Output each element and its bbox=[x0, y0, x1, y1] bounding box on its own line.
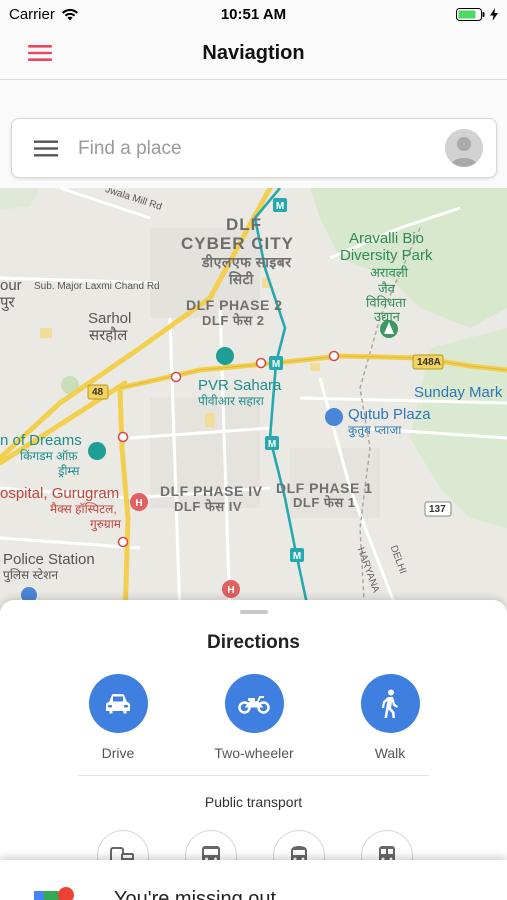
wifi-icon bbox=[61, 8, 78, 20]
map-label-sarhol: Sarhol bbox=[88, 310, 132, 327]
hamburger-menu-icon[interactable] bbox=[28, 44, 52, 62]
charging-icon bbox=[490, 7, 498, 21]
missing-out-banner[interactable]: You're missing out bbox=[0, 860, 507, 900]
map-label-sunday: Sunday Mark bbox=[414, 384, 503, 401]
map-label-laxmi-chand: Sub. Major Laxmi Chand Rd bbox=[34, 281, 160, 292]
svg-text:M: M bbox=[276, 201, 284, 212]
map-label-hospital-hi2: गुरुग्राम bbox=[90, 517, 121, 531]
svg-text:H: H bbox=[135, 498, 142, 509]
map-label-phase4: DLF PHASE IV bbox=[160, 483, 263, 499]
map-view[interactable]: M M M M H H Jwala Mill Rd DLF CYBER CITY… bbox=[0, 188, 507, 618]
drive-label: Drive bbox=[101, 745, 135, 761]
carrier-label: Carrier bbox=[9, 5, 55, 23]
route-48-shield: 48 bbox=[92, 387, 104, 398]
map-label-aravalli-hi4: उद्यान bbox=[374, 309, 400, 324]
walk-button[interactable] bbox=[360, 674, 420, 733]
map-label-pvr-hi: पीवीआर सहारा bbox=[198, 394, 264, 408]
map-label-dreams: n of Dreams bbox=[0, 432, 82, 449]
search-box[interactable] bbox=[11, 118, 497, 178]
sheet-divider bbox=[78, 775, 429, 776]
map-label-cyber-city-hi2: सिटी bbox=[229, 271, 254, 287]
maps-app-icon bbox=[34, 887, 74, 900]
map-label-dlf: DLF bbox=[226, 215, 263, 234]
drive-mode-button[interactable]: Drive bbox=[63, 674, 173, 761]
map-label-pur: पुर bbox=[0, 294, 15, 311]
route-148a-shield: 148A bbox=[417, 357, 441, 368]
map-label-qutub-hi: कुतुब प्लाजा bbox=[348, 423, 402, 437]
screen: Carrier 10:51 AM Naviagtion Find a place… bbox=[0, 0, 507, 900]
map-label-sarhol-hi: सरहौल bbox=[89, 327, 128, 344]
map-label-hospital-hi1: मैक्स हॉस्पिटल, bbox=[50, 502, 117, 516]
user-avatar-icon bbox=[445, 129, 483, 167]
car-icon bbox=[106, 693, 130, 713]
search-input[interactable] bbox=[78, 133, 438, 165]
map-label-our: our bbox=[0, 277, 22, 294]
search-area bbox=[0, 80, 507, 188]
map-label-phase2: DLF PHASE 2 bbox=[186, 297, 283, 313]
battery-icon bbox=[456, 7, 485, 21]
map-label-qutub: Qutub Plaza bbox=[348, 406, 431, 423]
map-label-phase1-hi: DLF फेस 1 bbox=[293, 495, 356, 510]
map-label-phase2-hi: DLF फेस 2 bbox=[202, 313, 265, 328]
navigation-bar: Naviagtion bbox=[0, 28, 507, 80]
status-bar: Carrier 10:51 AM bbox=[0, 0, 507, 28]
page-title: Naviagtion bbox=[202, 42, 305, 64]
map-label-police: Police Station bbox=[3, 551, 95, 568]
map-label-cyber-city: CYBER CITY bbox=[181, 234, 294, 253]
two-wheeler-label: Two-wheeler bbox=[214, 745, 294, 761]
two-wheeler-button[interactable] bbox=[224, 674, 284, 733]
walk-icon bbox=[382, 689, 398, 718]
svg-text:H: H bbox=[227, 585, 234, 596]
directions-title: Directions bbox=[207, 632, 300, 653]
map-label-police-hi: पुलिस स्टेशन bbox=[3, 568, 59, 582]
map-label-aravalli: Aravalli Bio bbox=[349, 230, 425, 247]
banner-text: You're missing out bbox=[114, 888, 277, 900]
svg-text:M: M bbox=[272, 359, 280, 370]
map-label-dreams-hi2: ड्रीम्स bbox=[58, 464, 80, 478]
public-transport-label: Public transport bbox=[204, 794, 303, 810]
map-label-cyber-city-hi: डीएलएफ साइबर bbox=[202, 254, 292, 270]
map-label-dreams-hi1: किंगडम ऑफ़ bbox=[20, 449, 78, 463]
walk-label: Walk bbox=[374, 745, 406, 761]
walk-mode-button[interactable]: Walk bbox=[335, 674, 445, 761]
svg-text:M: M bbox=[268, 439, 276, 450]
map-label-hospital: ospital, Gurugram bbox=[0, 485, 120, 502]
svg-text:M: M bbox=[293, 551, 301, 562]
search-menu-icon[interactable] bbox=[34, 140, 58, 157]
map-label-aravalli-hi1: अरावली bbox=[370, 265, 409, 280]
motorcycle-icon bbox=[238, 695, 270, 714]
directions-sheet[interactable]: Directions Drive Two-wheeler Walk Public… bbox=[0, 600, 507, 900]
two-wheeler-mode-button[interactable]: Two-wheeler bbox=[199, 674, 309, 761]
sheet-drag-handle[interactable] bbox=[240, 610, 268, 614]
map-label-aravalli-2: Diversity Park bbox=[340, 247, 433, 264]
avatar[interactable] bbox=[445, 129, 483, 167]
drive-button[interactable] bbox=[88, 674, 148, 733]
map-label-phase4-hi: DLF फेस IV bbox=[174, 499, 243, 514]
route-137-shield: 137 bbox=[429, 504, 446, 515]
map-label-pvr: PVR Sahara bbox=[198, 377, 282, 394]
